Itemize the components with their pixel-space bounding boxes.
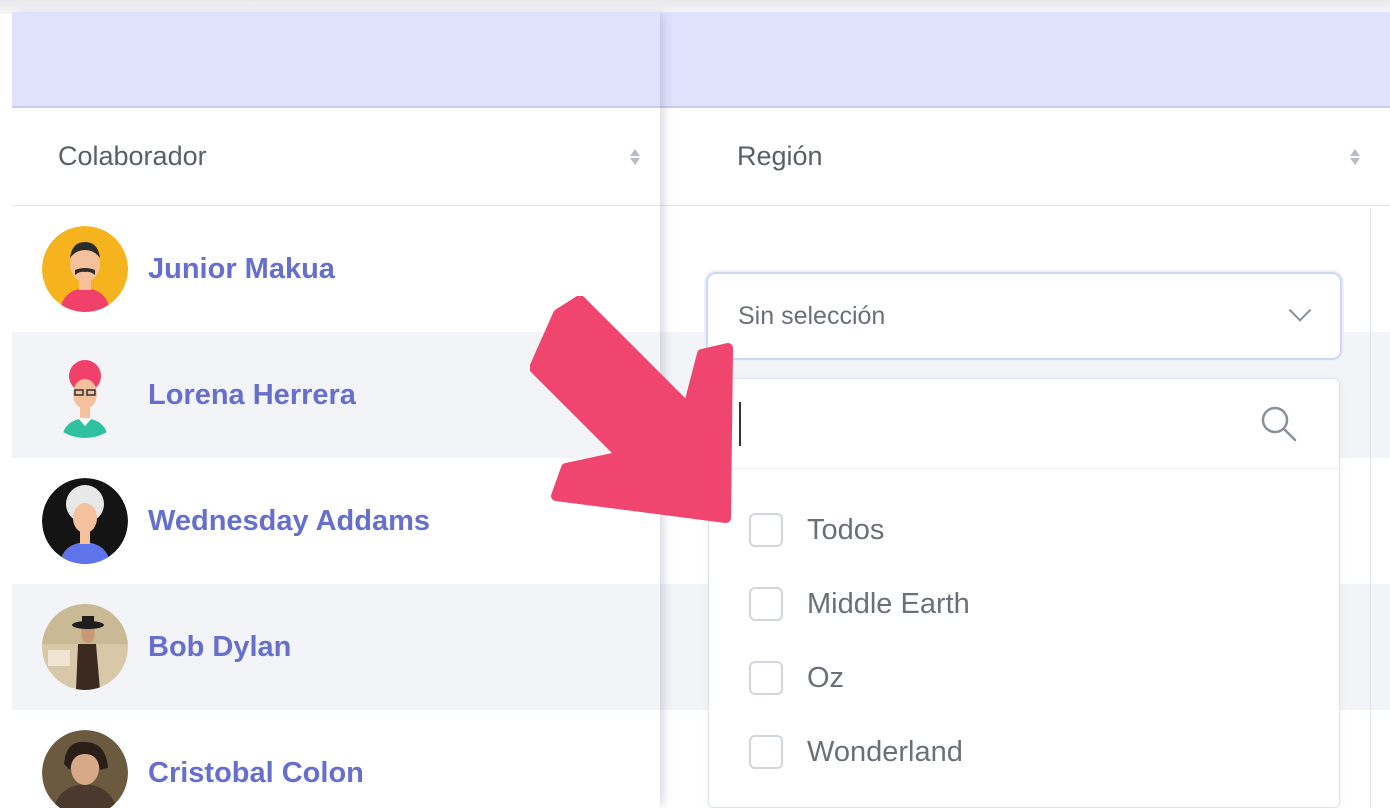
arrow-icon <box>530 296 733 523</box>
collaborator-name-link[interactable]: Lorena Herrera <box>148 379 356 412</box>
column-header-collaborator[interactable]: Colaborador <box>12 108 660 206</box>
column-header-label: Colaborador <box>58 141 207 171</box>
region-select[interactable]: Sin selección <box>706 272 1342 360</box>
avatar <box>42 478 128 564</box>
collaborator-name-link[interactable]: Wednesday Addams <box>148 505 430 538</box>
avatar <box>42 226 128 312</box>
collaborator-name-link[interactable]: Junior Makua <box>148 253 335 286</box>
region-select-value: Sin selección <box>738 301 886 330</box>
avatar <box>42 604 128 690</box>
sort-icon[interactable] <box>1350 147 1360 167</box>
option-middle-earth[interactable]: Middle Earth <box>709 567 1339 641</box>
column-header-label: Región <box>737 141 823 171</box>
region-dropdown-panel: Todos Middle Earth Oz Wonderland <box>708 378 1340 808</box>
collaborator-name-link[interactable]: Bob Dylan <box>148 631 291 664</box>
table-row: Cristobal Colon <box>12 710 660 808</box>
chevron-down-icon[interactable] <box>1288 299 1312 322</box>
option-label: Todos <box>807 513 885 546</box>
search-icon[interactable] <box>1259 404 1299 444</box>
option-label: Oz <box>807 661 845 694</box>
checkbox[interactable] <box>749 661 783 695</box>
sort-icon[interactable] <box>630 147 640 167</box>
column-divider <box>1370 208 1371 808</box>
option-todos[interactable]: Todos <box>709 493 1339 567</box>
dropdown-search-input[interactable] <box>739 401 1219 446</box>
option-label: Wonderland <box>807 735 963 768</box>
header-band <box>660 12 1390 108</box>
dropdown-search-row <box>709 379 1339 469</box>
table-row: Bob Dylan <box>12 584 660 710</box>
option-wonderland[interactable]: Wonderland <box>709 715 1339 789</box>
checkbox[interactable] <box>749 587 783 621</box>
collaborator-name-link[interactable]: Cristobal Colon <box>148 757 364 790</box>
avatar <box>42 352 128 438</box>
header-band <box>12 12 660 108</box>
dropdown-option-list: Todos Middle Earth Oz Wonderland <box>709 469 1339 789</box>
option-label: Middle Earth <box>807 587 970 620</box>
checkbox[interactable] <box>749 735 783 769</box>
option-oz[interactable]: Oz <box>709 641 1339 715</box>
avatar <box>42 730 128 808</box>
column-header-region[interactable]: Región <box>660 108 1390 206</box>
region-column: Región Sin selección Todos Middle Earth <box>660 12 1390 808</box>
